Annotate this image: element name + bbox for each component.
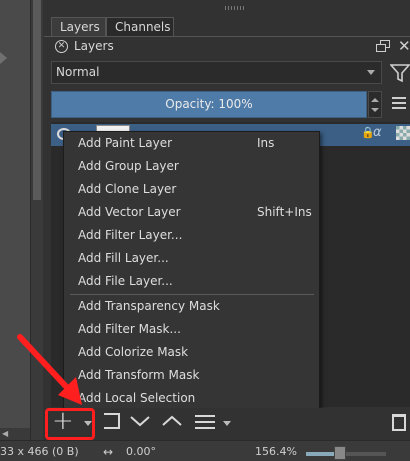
move-layer-up-icon[interactable]: [160, 410, 184, 432]
scroll-left-arrow-icon[interactable]: ◀: [2, 429, 8, 438]
menu-item-add-group-layer[interactable]: Add Group Layer: [64, 155, 319, 178]
move-layer-down-icon[interactable]: [128, 410, 152, 432]
chevron-down-icon[interactable]: [367, 70, 375, 75]
panel-close-icon[interactable]: ✕: [55, 40, 68, 53]
properties-dropdown-icon[interactable]: [223, 421, 231, 426]
layer-properties-icon[interactable]: [195, 414, 215, 430]
alpha-inherit-icon[interactable]: α: [373, 125, 382, 140]
transparency-checker-icon: [396, 126, 410, 140]
duplicate-layer-icon[interactable]: [104, 413, 120, 429]
float-docker-icon[interactable]: [376, 40, 390, 52]
delete-layer-icon[interactable]: [392, 414, 406, 431]
scrollbar-thumb[interactable]: [33, 0, 41, 200]
rotation-icon: ↔: [103, 445, 114, 459]
close-docker-icon[interactable]: ✕: [398, 37, 410, 55]
zoom-slider[interactable]: [306, 452, 386, 456]
opacity-spinbox[interactable]: [368, 91, 382, 118]
image-size-status: 33 x 466 (0 B): [0, 445, 79, 458]
opacity-slider[interactable]: Opacity: 100%: [51, 91, 367, 118]
tab-divider: [44, 36, 410, 37]
blending-mode-select[interactable]: Normal: [51, 61, 382, 84]
panel-title: Layers: [74, 39, 114, 53]
menu-item-add-file-layer[interactable]: Add File Layer...: [64, 270, 319, 293]
zoom-status[interactable]: 156.4%: [255, 445, 297, 458]
zoom-slider-thumb[interactable]: [334, 446, 346, 460]
red-arrow-annotation: [17, 334, 82, 405]
menu-item-add-vector-layer[interactable]: Add Vector Layer Shift+Ins: [64, 201, 319, 224]
menu-item-add-paint-layer[interactable]: Add Paint Layer Ins: [64, 132, 319, 155]
docker-grip-handle[interactable]: [225, 6, 245, 10]
tab-layers[interactable]: Layers: [51, 17, 106, 37]
rotation-status[interactable]: 0.00°: [126, 445, 156, 458]
tab-channels[interactable]: Channels: [106, 17, 174, 37]
menu-item-add-filter-layer[interactable]: Add Filter Layer...: [64, 224, 319, 247]
menu-item-add-transparency-mask[interactable]: Add Transparency Mask: [64, 295, 319, 318]
menu-item-add-fill-layer[interactable]: Add Fill Layer...: [64, 247, 319, 270]
menu-item-add-clone-layer[interactable]: Add Clone Layer: [64, 178, 319, 201]
menu-icon[interactable]: [392, 97, 406, 109]
filter-icon[interactable]: [390, 62, 410, 84]
